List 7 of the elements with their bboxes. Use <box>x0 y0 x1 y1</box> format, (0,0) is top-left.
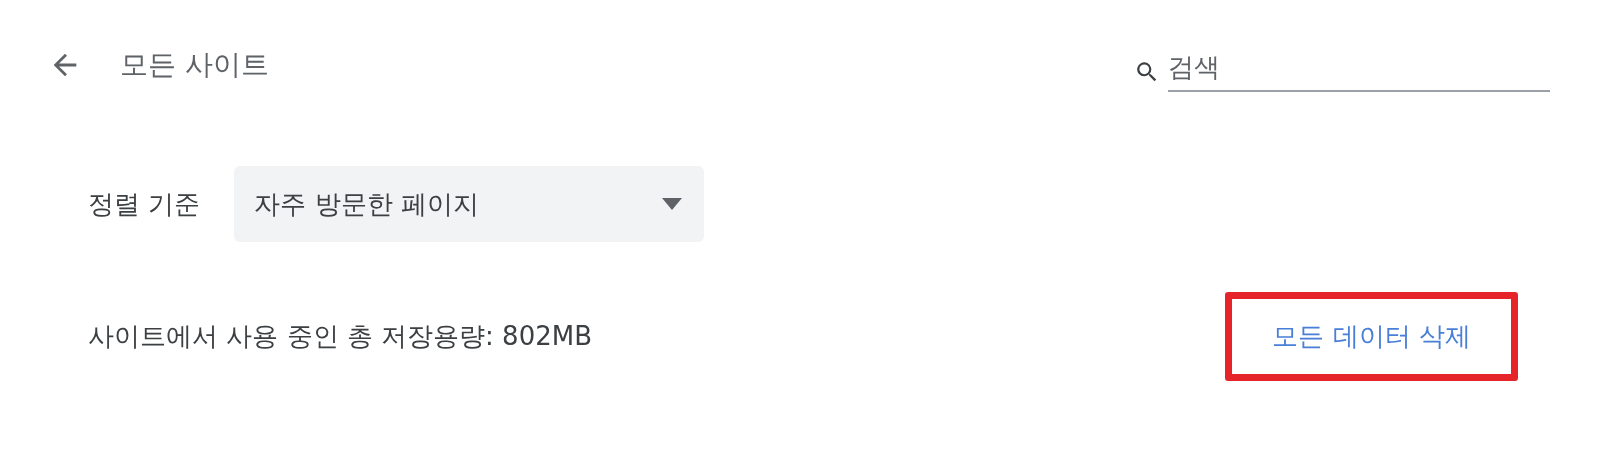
dropdown-caret-icon <box>662 198 683 210</box>
sort-dropdown[interactable]: 자주 방문한 페이지 <box>234 166 705 242</box>
clear-all-data-button[interactable]: 모든 데이터 삭제 <box>1225 292 1518 381</box>
search-field[interactable]: 검색 <box>1168 52 1550 92</box>
storage-usage-text: 사이트에서 사용 중인 총 저장용량: 802MB <box>88 320 592 353</box>
sort-label: 정렬 기준 <box>88 187 201 221</box>
page-title: 모든 사이트 <box>120 47 270 83</box>
